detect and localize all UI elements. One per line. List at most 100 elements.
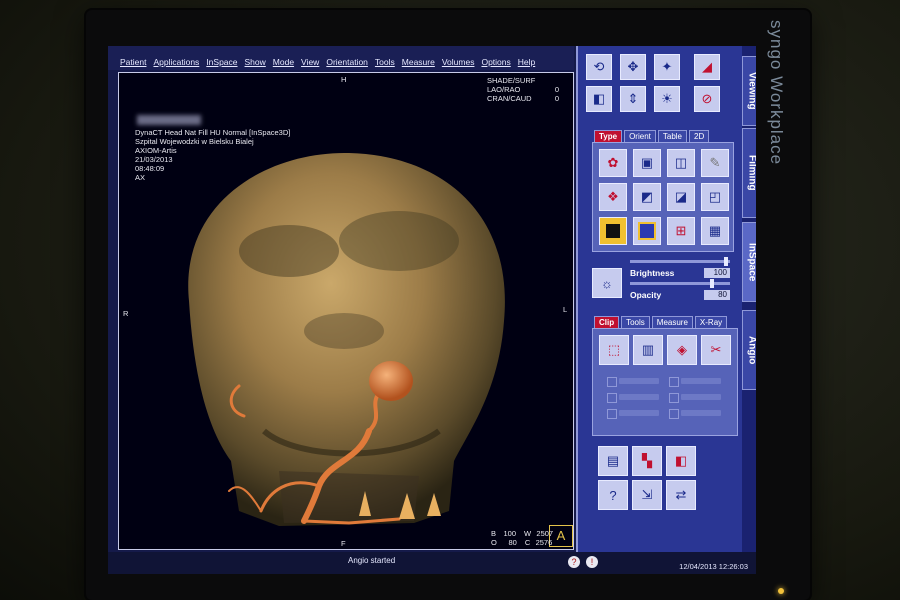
menu-view[interactable]: View — [301, 57, 319, 67]
volume-cube-tool[interactable]: ◧ — [586, 86, 612, 112]
tab-table[interactable]: Table — [657, 130, 687, 142]
tab-2d[interactable]: 2D — [689, 130, 710, 142]
brightness-label: Brightness — [630, 268, 675, 278]
light-source-button[interactable]: ☼ — [592, 268, 622, 298]
status-message: Angio started — [348, 556, 396, 565]
menu-patient[interactable]: Patient — [120, 57, 146, 67]
orientation-left: R — [123, 309, 129, 318]
series-tool[interactable]: ▚ — [632, 446, 662, 476]
clip-option-label — [619, 394, 659, 400]
menu-bar: Patient Applications InSpace Show Mode V… — [108, 46, 574, 70]
render-minip-tool[interactable]: ✎ — [701, 149, 729, 177]
menu-show[interactable]: Show — [245, 57, 266, 67]
type-tabs: Type Orient Table 2D — [594, 130, 710, 142]
layout-quad-tool[interactable]: ⊞ — [667, 217, 695, 245]
render-vrt-tool[interactable]: ✿ — [599, 149, 627, 177]
alert-icon[interactable]: ! — [586, 556, 598, 568]
export-tool[interactable]: ⇲ — [632, 480, 662, 510]
tab-orient[interactable]: Orient — [624, 130, 656, 142]
clip-option-label — [681, 394, 721, 400]
opacity-readout: 80 — [508, 538, 517, 547]
status-datetime: 12/04/2013 12:26:03 — [679, 562, 748, 571]
side-tab-column: Viewing Filming InSpace Angio — [742, 46, 756, 552]
clip-option-checkbox[interactable] — [607, 377, 617, 387]
render-surface-tool[interactable]: ◩ — [633, 183, 661, 211]
study-line: Szpital Wojewodzki w Bielsku Bialej — [135, 137, 254, 146]
snapshot-tool[interactable]: ▤ — [598, 446, 628, 476]
menu-inspace[interactable]: InSpace — [206, 57, 237, 67]
clip-option-label — [619, 378, 659, 384]
study-line: 08:48:09 — [135, 164, 165, 173]
volume-light-tool[interactable]: ☀ — [654, 86, 680, 112]
clip-reset-tool[interactable]: ✂ — [701, 335, 731, 365]
render-cube-tool[interactable]: ◰ — [701, 183, 729, 211]
side-tab-angio[interactable]: Angio — [742, 310, 756, 390]
3d-viewport[interactable]: H R L F DynaCT Head Nat Fill HU Normal [… — [118, 72, 574, 550]
menu-orientation[interactable]: Orientation — [326, 57, 368, 67]
width-readout: 2507 — [536, 529, 554, 538]
orientation-right: L — [563, 305, 568, 314]
menu-measure[interactable]: Measure — [402, 57, 435, 67]
clip-box-tool[interactable]: ⬚ — [599, 335, 629, 365]
layout-multi-tool[interactable]: ▦ — [701, 217, 729, 245]
layout-yellow-tool[interactable] — [599, 217, 627, 245]
clip-option-checkbox[interactable] — [607, 393, 617, 403]
volume-punch-tool[interactable]: ◢ — [694, 54, 720, 80]
volume-rotate-tool[interactable]: ⟲ — [586, 54, 612, 80]
brightness-key: B — [491, 529, 497, 538]
clip-group: ⬚ ▥ ◈ ✂ — [592, 328, 738, 436]
info-icon[interactable]: ? — [568, 556, 580, 568]
menu-help[interactable]: Help — [518, 57, 535, 67]
opacity-key: O — [491, 538, 497, 547]
opacity-value[interactable]: 80 — [704, 290, 730, 300]
volume-scroll-tool[interactable]: ⇕ — [620, 86, 646, 112]
opacity-track[interactable] — [630, 282, 730, 285]
brightness-value[interactable]: 100 — [704, 268, 730, 278]
clip-slab-tool[interactable]: ▥ — [633, 335, 663, 365]
wl-block: B 100 W 2507 O 80 C 2576 — [491, 529, 553, 547]
tab-tools[interactable]: Tools — [621, 316, 650, 328]
volume-pan-tool[interactable]: ✥ — [620, 54, 646, 80]
compare-tool[interactable]: ◧ — [666, 446, 696, 476]
side-tab-inspace[interactable]: InSpace — [742, 222, 756, 302]
cran-caud-value: 0 — [554, 94, 559, 103]
layout-blue-tool[interactable] — [633, 217, 661, 245]
cran-caud-label: CRAN/CAUD — [487, 94, 532, 103]
tab-type[interactable]: Type — [594, 130, 623, 142]
render-shade-tool[interactable]: ❖ — [599, 183, 627, 211]
clip-option-label — [619, 410, 659, 416]
menu-mode[interactable]: Mode — [273, 57, 294, 67]
tab-clip[interactable]: Clip — [594, 316, 620, 328]
render-ssd-tool[interactable]: ▣ — [633, 149, 661, 177]
study-line: AX — [135, 173, 146, 182]
tab-measure[interactable]: Measure — [651, 316, 693, 328]
skull-volume-render — [188, 152, 505, 526]
menu-volumes[interactable]: Volumes — [442, 57, 475, 67]
help-tool[interactable]: ? — [598, 480, 628, 510]
brand-label: syngo Workplace — [767, 20, 786, 166]
brightness-thumb[interactable] — [724, 257, 728, 266]
brightness-track[interactable] — [630, 260, 730, 263]
screen: Patient Applications InSpace Show Mode V… — [108, 46, 756, 574]
render-info: SHADE/SURF LAO/RAO 0 CRAN/CAUD 0 — [487, 76, 559, 103]
study-line: DynaCT Head Nat Fill HU Normal [InSpace3… — [135, 128, 291, 137]
width-key: W — [524, 529, 532, 538]
tab-xray[interactable]: X-Ray — [694, 316, 728, 328]
clip-option-checkbox[interactable] — [669, 409, 679, 419]
clip-option-checkbox[interactable] — [669, 377, 679, 387]
clip-option-checkbox[interactable] — [669, 393, 679, 403]
volume-reset-tool[interactable]: ⊘ — [694, 86, 720, 112]
menu-applications[interactable]: Applications — [153, 57, 199, 67]
clip-plane-tool[interactable]: ◈ — [667, 335, 697, 365]
opacity-thumb[interactable] — [710, 279, 714, 288]
side-tab-filming[interactable]: Filming — [742, 128, 756, 218]
transfer-tool[interactable]: ⇄ — [666, 480, 696, 510]
study-line: 21/03/2013 — [135, 155, 173, 164]
clip-option-checkbox[interactable] — [607, 409, 617, 419]
render-mpr-tool[interactable]: ◪ — [667, 183, 695, 211]
render-mip-tool[interactable]: ◫ — [667, 149, 695, 177]
menu-tools[interactable]: Tools — [375, 57, 395, 67]
volume-zoom-tool[interactable]: ✦ — [654, 54, 680, 80]
side-tab-viewing[interactable]: Viewing — [742, 56, 756, 126]
menu-options[interactable]: Options — [481, 57, 510, 67]
